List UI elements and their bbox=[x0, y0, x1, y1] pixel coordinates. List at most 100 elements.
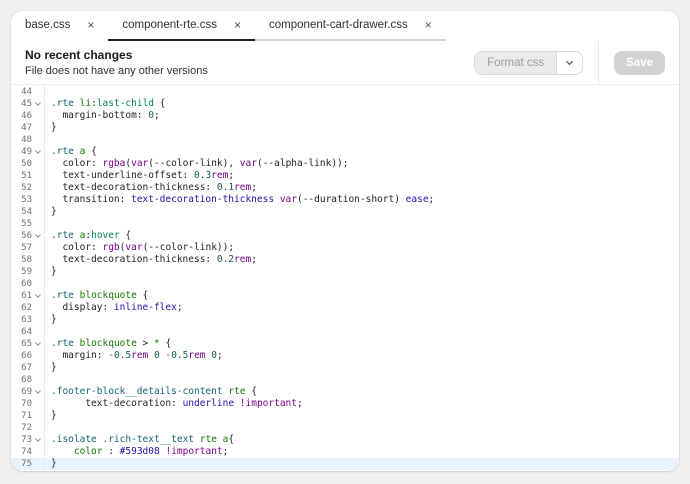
tab-component-rte-css[interactable]: component-rte.css × bbox=[108, 11, 256, 41]
version-toolbar: No recent changes File does not have any… bbox=[11, 41, 679, 85]
code-line[interactable]: 62 display: inline-flex; bbox=[11, 302, 679, 314]
fold-icon[interactable] bbox=[32, 146, 44, 158]
line-number: 58 bbox=[21, 255, 32, 265]
tab-label: base.css bbox=[25, 19, 71, 31]
line-number: 70 bbox=[21, 399, 32, 409]
save-button[interactable]: Save bbox=[614, 50, 665, 75]
code-text: .rte blockquote { bbox=[51, 290, 149, 301]
tab-base-css[interactable]: base.css × bbox=[11, 11, 108, 41]
code-text: } bbox=[51, 122, 57, 133]
version-status-subtitle: File does not have any other versions bbox=[25, 65, 208, 77]
line-number: 72 bbox=[21, 423, 32, 433]
code-line[interactable]: 59} bbox=[11, 266, 679, 278]
line-number: 74 bbox=[21, 447, 32, 457]
code-text: .isolate .rich-text__text rte a{ bbox=[51, 434, 235, 445]
code-line[interactable]: 57 color: rgb(var(--color-link)); bbox=[11, 242, 679, 254]
fold-icon[interactable] bbox=[32, 98, 44, 110]
line-number: 71 bbox=[21, 411, 32, 421]
code-line[interactable]: 44 bbox=[11, 86, 679, 98]
line-number: 69 bbox=[21, 387, 32, 397]
code-line[interactable]: 56 .rte a:hover { bbox=[11, 230, 679, 242]
code-line[interactable]: 69 .footer-block__details-content rte { bbox=[11, 386, 679, 398]
version-status: No recent changes File does not have any… bbox=[25, 48, 208, 77]
toolbar-divider bbox=[598, 41, 600, 84]
code-editor[interactable]: 44 45 .rte li:last-child {46 margin-bottom… bbox=[11, 85, 679, 471]
line-number: 51 bbox=[21, 171, 32, 181]
code-line[interactable]: 54} bbox=[11, 206, 679, 218]
code-line[interactable]: 52 text-decoration-thickness: 0.1rem; bbox=[11, 182, 679, 194]
code-line[interactable]: 51 text-underline-offset: 0.3rem; bbox=[11, 170, 679, 182]
code-line[interactable]: 55 bbox=[11, 218, 679, 230]
format-css-button[interactable]: Format css bbox=[475, 51, 557, 74]
code-line[interactable]: 71} bbox=[11, 410, 679, 422]
code-line[interactable]: 72 bbox=[11, 422, 679, 434]
code-text: .footer-block__details-content rte { bbox=[51, 386, 257, 397]
format-options-dropdown[interactable] bbox=[556, 51, 583, 74]
code-editor-panel: base.css × component-rte.css × component… bbox=[11, 11, 679, 471]
code-text: } bbox=[51, 206, 57, 217]
chevron-down-icon bbox=[566, 57, 574, 65]
tab-bar: base.css × component-rte.css × component… bbox=[11, 11, 679, 41]
code-line[interactable]: 67} bbox=[11, 362, 679, 374]
code-line[interactable]: 73 .isolate .rich-text__text rte a{ bbox=[11, 434, 679, 446]
code-text: text-decoration-thickness: 0.1rem; bbox=[51, 182, 257, 193]
tab-component-cart-drawer-css[interactable]: component-cart-drawer.css × bbox=[255, 11, 446, 41]
code-text: transition: text-decoration-thickness va… bbox=[51, 194, 435, 205]
code-line[interactable]: 50 color: rgba(var(--color-link), var(--… bbox=[11, 158, 679, 170]
line-number: 46 bbox=[21, 111, 32, 121]
code-line[interactable]: 70 text-decoration: underline !important… bbox=[11, 398, 679, 410]
fold-icon[interactable] bbox=[32, 386, 44, 398]
code-line[interactable]: 74 color : #593d08 !important; bbox=[11, 446, 679, 458]
code-line[interactable]: 64 bbox=[11, 326, 679, 338]
fold-icon[interactable] bbox=[32, 434, 44, 446]
code-line[interactable]: 48 bbox=[11, 134, 679, 146]
fold-icon[interactable] bbox=[32, 338, 44, 350]
code-line[interactable]: 63} bbox=[11, 314, 679, 326]
code-line[interactable]: 58 text-decoration-thickness: 0.2rem; bbox=[11, 254, 679, 266]
fold-icon[interactable] bbox=[32, 230, 44, 242]
line-number: 47 bbox=[21, 123, 32, 133]
code-text: display: inline-flex; bbox=[51, 302, 183, 313]
code-line[interactable]: 49 .rte a { bbox=[11, 146, 679, 158]
code-text: .rte li:last-child { bbox=[51, 98, 166, 109]
fold-icon[interactable] bbox=[32, 290, 44, 302]
code-line[interactable]: 47} bbox=[11, 122, 679, 134]
line-number: 54 bbox=[21, 207, 32, 217]
code-line[interactable]: 60 bbox=[11, 278, 679, 290]
code-line[interactable]: 46 margin-bottom: 0; bbox=[11, 110, 679, 122]
code-line[interactable]: 45 .rte li:last-child { bbox=[11, 98, 679, 110]
line-number: 65 bbox=[21, 339, 32, 349]
close-tab-icon[interactable]: × bbox=[87, 19, 94, 31]
line-number: 52 bbox=[21, 183, 32, 193]
code-text: margin: -0.5rem 0 -0.5rem 0; bbox=[51, 350, 223, 361]
code-line[interactable]: 75} bbox=[11, 458, 679, 470]
code-line[interactable]: 66 margin: -0.5rem 0 -0.5rem 0; bbox=[11, 350, 679, 362]
code-line[interactable]: 53 transition: text-decoration-thickness… bbox=[11, 194, 679, 206]
code-line[interactable]: 65 .rte blockquote > * { bbox=[11, 338, 679, 350]
code-line[interactable]: 68 bbox=[11, 374, 679, 386]
code-line[interactable]: 61 .rte blockquote { bbox=[11, 290, 679, 302]
version-status-title: No recent changes bbox=[25, 48, 133, 62]
code-text: .rte a { bbox=[51, 146, 97, 157]
line-number: 67 bbox=[21, 363, 32, 373]
close-tab-icon[interactable]: × bbox=[425, 19, 432, 31]
close-tab-icon[interactable]: × bbox=[234, 19, 241, 31]
